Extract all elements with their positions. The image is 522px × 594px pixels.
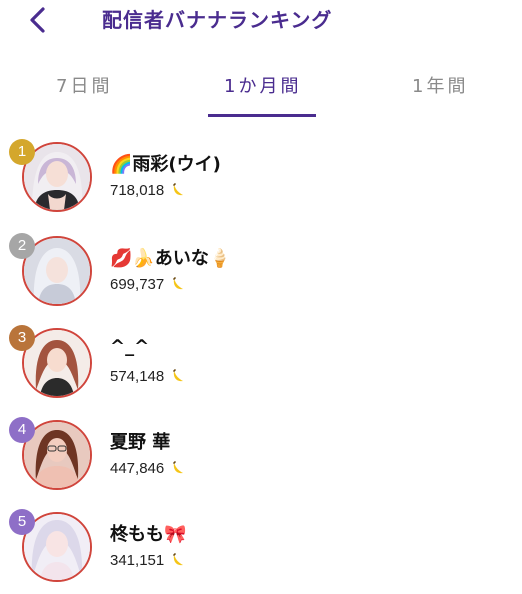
rank-badge: 5 — [9, 509, 35, 535]
ranking-row[interactable]: 4 夏野 華 447,846 — [0, 417, 522, 502]
banana-count: 718,018 — [110, 182, 186, 202]
page-title: 配信者バナナランキング — [102, 8, 333, 32]
banana-count: 447,846 — [110, 460, 186, 480]
period-tabs: 7日間 1か月間 1年間 — [0, 60, 522, 120]
rank-badge: 2 — [9, 233, 35, 259]
streamer-name: 夏野 華 — [110, 432, 171, 453]
banana-count-value: 699,737 — [110, 276, 165, 293]
banana-icon — [170, 460, 186, 480]
streamer-name: 柊もも🎀 — [110, 524, 187, 545]
ranking-row[interactable]: 2 💋🍌あいな🍦 699,737 — [0, 233, 522, 318]
banana-icon — [170, 368, 186, 388]
streamer-name: ^_^ — [110, 336, 150, 357]
chevron-left-icon — [30, 7, 45, 33]
banana-count-value: 574,148 — [110, 368, 165, 385]
banana-count-value: 341,151 — [110, 552, 165, 569]
tab-7-days[interactable]: 7日間 — [56, 72, 112, 98]
rank-badge: 3 — [9, 325, 35, 351]
streamer-name: 🌈雨彩(ウイ) — [110, 154, 221, 175]
banana-count: 341,151 — [110, 552, 186, 572]
ranking-row[interactable]: 5 柊もも🎀 341,151 — [0, 509, 522, 594]
ranking-row[interactable]: 1 🌈雨彩(ウイ) 718,018 — [0, 139, 522, 224]
banana-count-value: 718,018 — [110, 182, 165, 199]
banana-icon — [170, 182, 186, 202]
rank-badge: 4 — [9, 417, 35, 443]
rank-badge: 1 — [9, 139, 35, 165]
streamer-name: 💋🍌あいな🍦 — [110, 248, 232, 269]
header-bar: 配信者バナナランキング — [0, 0, 522, 40]
active-tab-indicator — [208, 114, 316, 117]
ranking-row[interactable]: 3 ^_^ 574,148 — [0, 325, 522, 410]
banana-icon — [170, 276, 186, 296]
back-button[interactable] — [26, 6, 50, 34]
banana-count-value: 447,846 — [110, 460, 165, 477]
tab-1-year[interactable]: 1年間 — [412, 72, 468, 98]
banana-count: 574,148 — [110, 368, 186, 388]
banana-count: 699,737 — [110, 276, 186, 296]
tab-1-month[interactable]: 1か月間 — [224, 72, 301, 98]
banana-icon — [170, 552, 186, 572]
